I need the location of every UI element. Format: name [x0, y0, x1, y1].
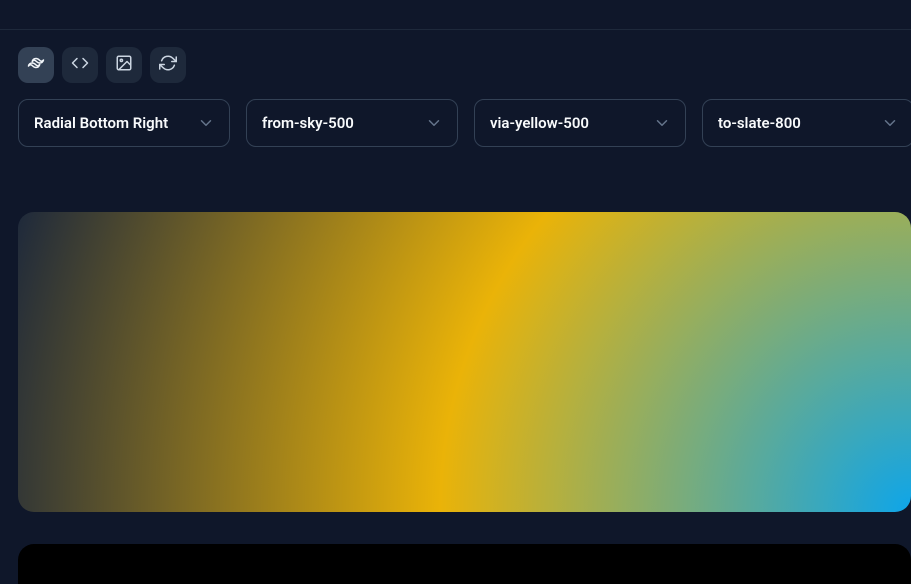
top-divider [0, 0, 911, 30]
image-icon [115, 54, 133, 76]
gradient-preview [18, 212, 911, 512]
via-color-select[interactable]: via-yellow-500 [474, 99, 686, 147]
image-tab[interactable] [106, 47, 142, 83]
tailwind-icon [27, 54, 45, 76]
to-color-label: to-slate-800 [718, 114, 801, 132]
code-icon [71, 54, 89, 76]
code-tab[interactable] [62, 47, 98, 83]
gradient-controls: Radial Bottom Right from-sky-500 via-yel… [18, 99, 911, 147]
direction-select[interactable]: Radial Bottom Right [18, 99, 230, 147]
shuffle-tab[interactable] [150, 47, 186, 83]
mode-tabs [18, 47, 911, 83]
main-content: Radial Bottom Right from-sky-500 via-yel… [0, 30, 911, 584]
to-color-select[interactable]: to-slate-800 [702, 99, 911, 147]
chevron-down-icon [425, 114, 443, 132]
from-color-label: from-sky-500 [262, 114, 354, 132]
code-output-panel [18, 544, 911, 584]
via-color-label: via-yellow-500 [490, 114, 589, 132]
chevron-down-icon [881, 114, 899, 132]
chevron-down-icon [653, 114, 671, 132]
from-color-select[interactable]: from-sky-500 [246, 99, 458, 147]
direction-select-label: Radial Bottom Right [34, 114, 168, 132]
preview-area [18, 147, 911, 584]
chevron-down-icon [197, 114, 215, 132]
tailwind-tab[interactable] [18, 47, 54, 83]
refresh-icon [159, 54, 177, 76]
